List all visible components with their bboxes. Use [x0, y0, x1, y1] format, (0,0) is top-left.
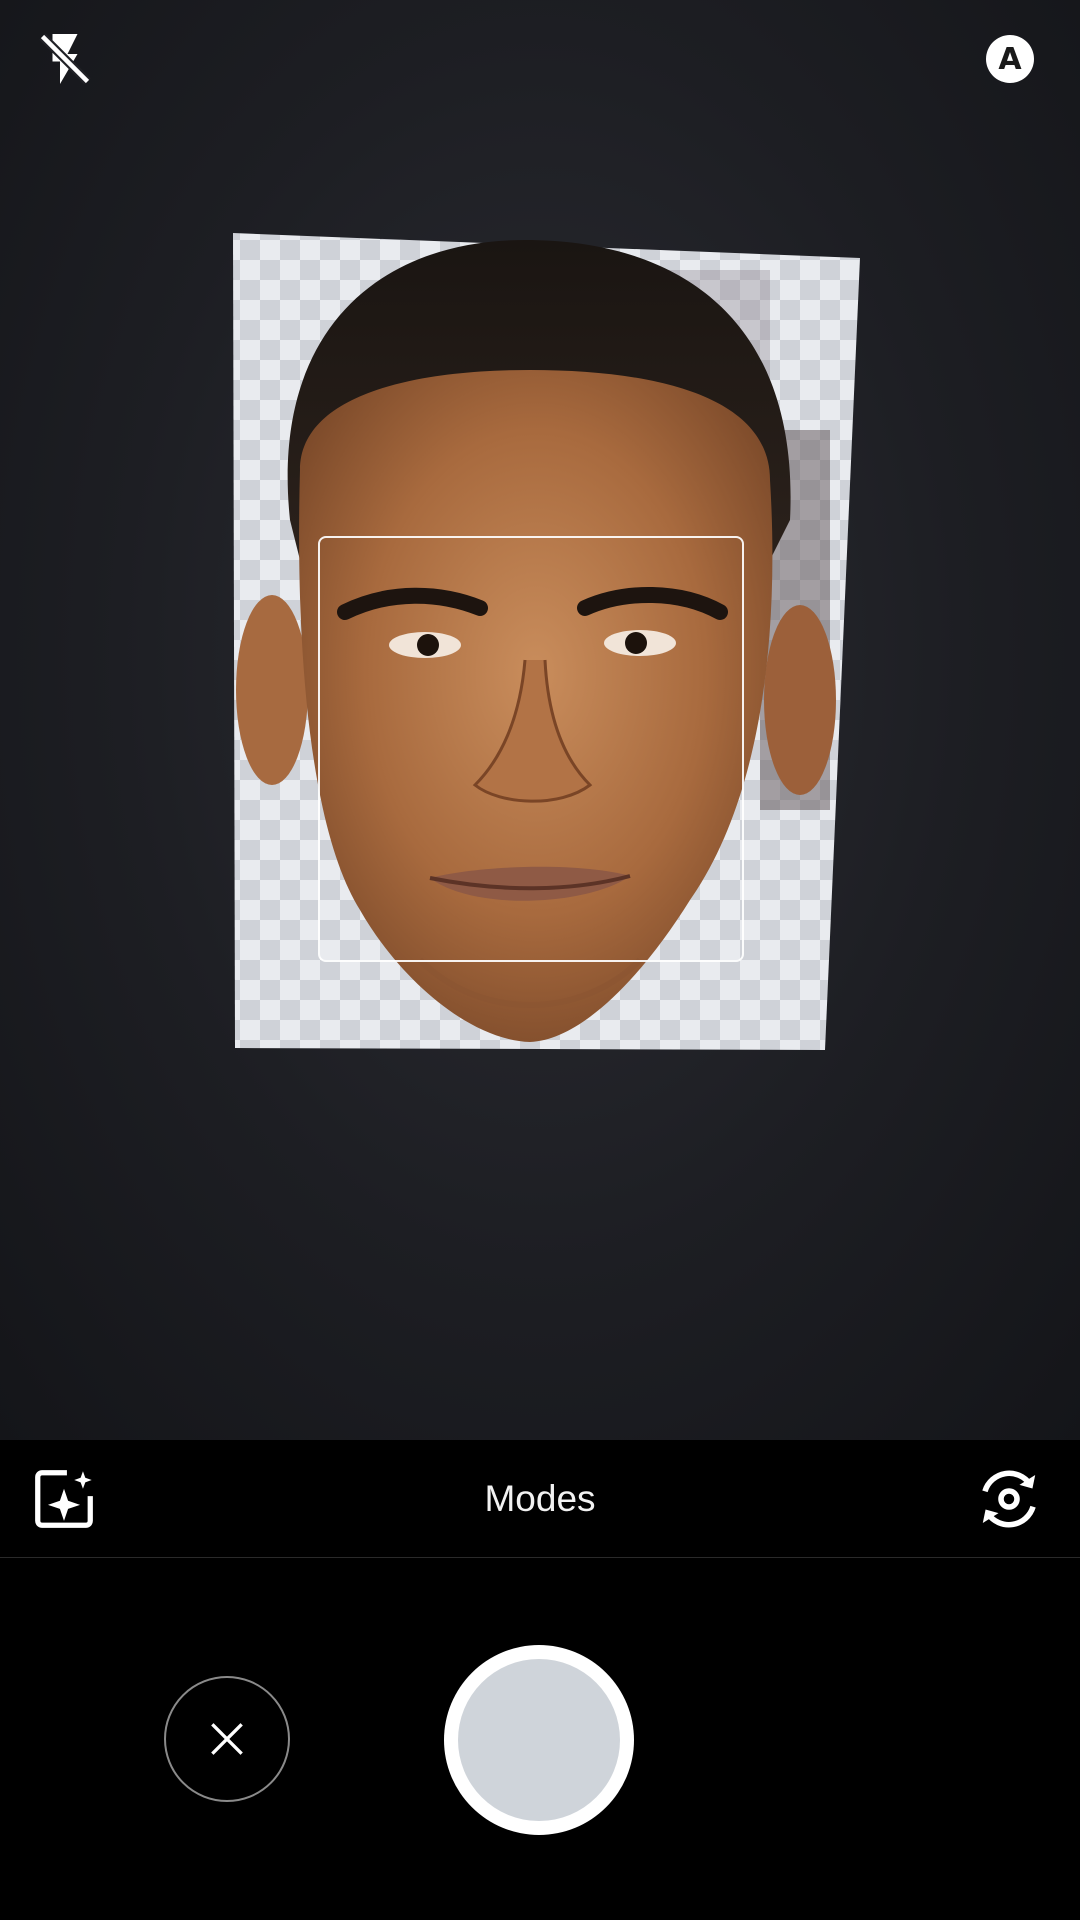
auto-mode-icon: A [986, 35, 1034, 83]
switch-camera-button[interactable] [969, 1459, 1049, 1539]
auto-mode-button[interactable]: A [965, 14, 1055, 104]
close-icon [211, 1723, 243, 1755]
viewfinder[interactable]: A [0, 0, 1080, 1440]
flash-off-icon [39, 33, 91, 85]
capture-controls [0, 1559, 1080, 1920]
shutter-button[interactable] [444, 1645, 634, 1835]
cancel-button[interactable] [164, 1676, 290, 1802]
right-ear [764, 605, 836, 795]
flash-toggle-button[interactable] [20, 14, 110, 104]
modes-button[interactable]: Modes [0, 1440, 1080, 1558]
left-ear [236, 595, 308, 785]
camera-screen: A Modes [0, 0, 1080, 1920]
face-detection-frame [318, 536, 744, 962]
modes-bar: Modes [0, 1440, 1080, 1558]
shutter-inner [458, 1659, 620, 1821]
switch-camera-icon [982, 1470, 1036, 1528]
